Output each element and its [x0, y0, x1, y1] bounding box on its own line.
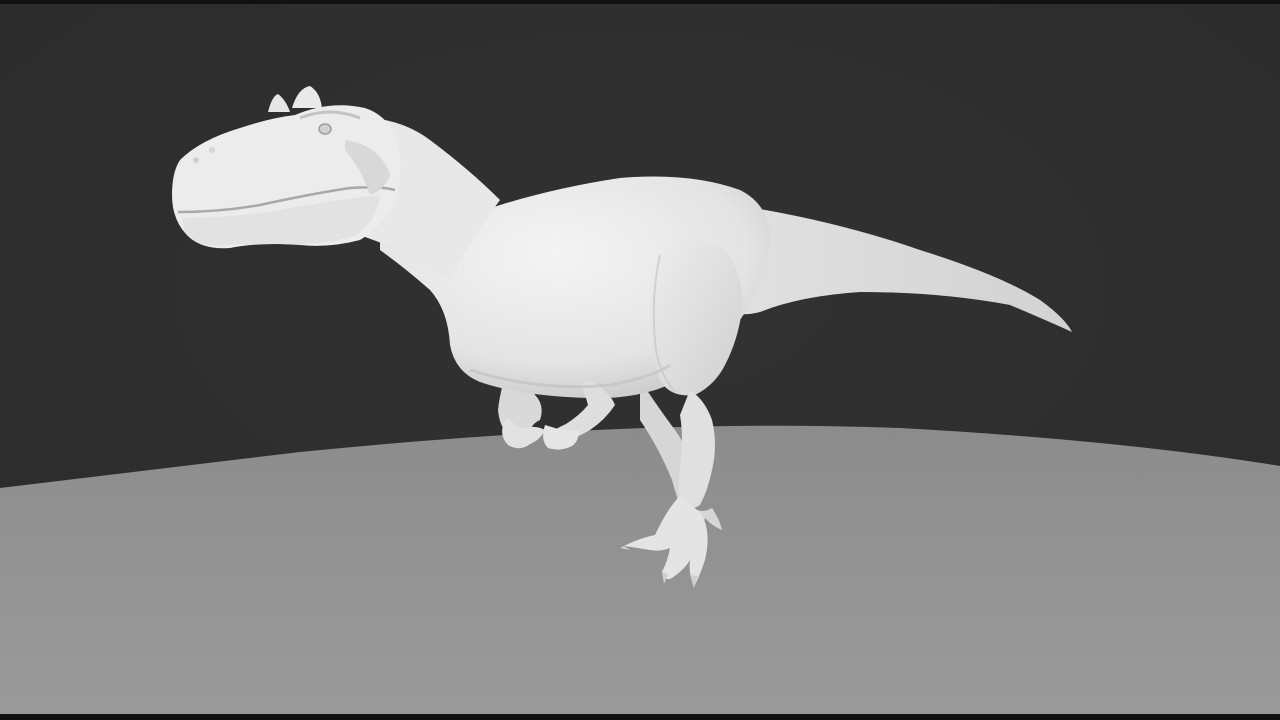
- letterbox-top: [0, 0, 1280, 4]
- dinosaur-eye: [318, 123, 332, 135]
- letterbox-bottom: [0, 714, 1280, 720]
- floor-plane: [0, 425, 1280, 714]
- dinosaur-snout-bump: [209, 147, 215, 153]
- 3d-viewport: [0, 0, 1280, 720]
- scene-render: [0, 0, 1280, 720]
- dinosaur-nostril: [193, 157, 199, 163]
